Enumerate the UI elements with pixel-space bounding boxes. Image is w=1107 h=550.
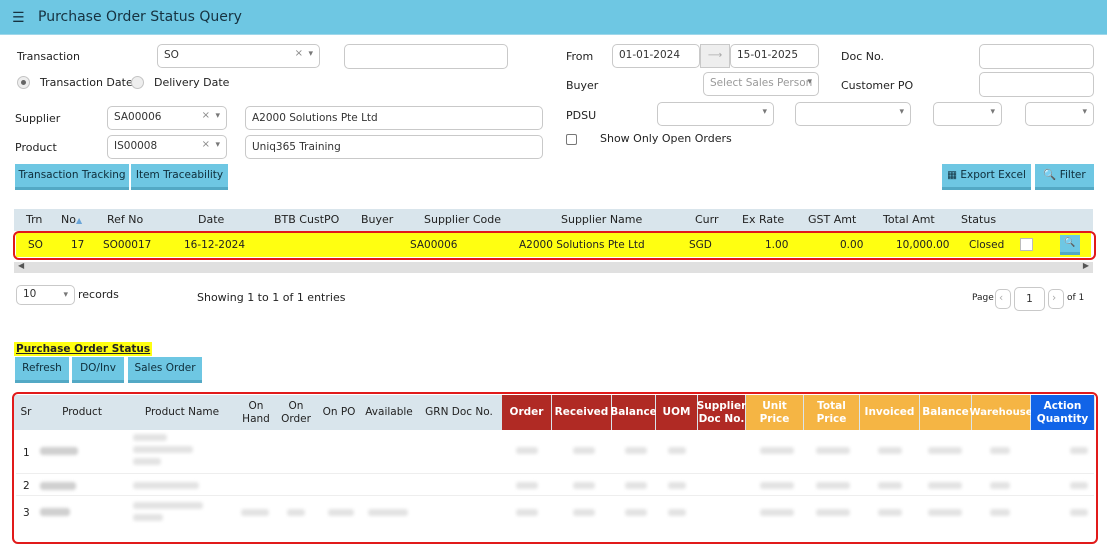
col-no-label: No bbox=[61, 213, 76, 226]
product-label: Product bbox=[15, 141, 57, 154]
col-date[interactable]: Date bbox=[198, 213, 224, 226]
product-select[interactable]: IS00008 × bbox=[107, 135, 227, 159]
to-date-value: 15-01-2025 bbox=[737, 49, 799, 61]
buyer-label: Buyer bbox=[566, 79, 599, 92]
filter-label: Filter bbox=[1059, 169, 1086, 181]
hamburger-icon[interactable]: ☰ bbox=[12, 10, 25, 26]
doc-no-input[interactable] bbox=[979, 44, 1094, 69]
status-grid-highlight bbox=[12, 392, 1098, 544]
delivery-date-label: Delivery Date bbox=[154, 76, 230, 89]
buyer-placeholder: Select Sales Person bbox=[710, 77, 813, 89]
supplier-select[interactable]: SA00006 × bbox=[107, 106, 227, 130]
filter-button[interactable]: 🔍 Filter bbox=[1035, 164, 1094, 190]
show-open-label: Show Only Open Orders bbox=[600, 132, 732, 145]
supplier-name-value: A2000 Solutions Pte Ltd bbox=[252, 112, 378, 124]
page-size-select[interactable]: 10 bbox=[16, 285, 75, 305]
doc-no-label: Doc No. bbox=[841, 50, 885, 63]
title-bar: ☰ Purchase Order Status Query bbox=[0, 0, 1107, 35]
search-icon: 🔍 bbox=[1043, 169, 1057, 181]
col-supplier-code[interactable]: Supplier Code bbox=[424, 213, 501, 226]
col-status[interactable]: Status bbox=[961, 213, 996, 226]
customer-po-label: Customer PO bbox=[841, 79, 914, 92]
transaction-date-radio[interactable] bbox=[17, 76, 30, 89]
pdsu-select-1[interactable] bbox=[657, 102, 774, 126]
col-ex-rate[interactable]: Ex Rate bbox=[742, 213, 784, 226]
records-label: records bbox=[78, 288, 119, 301]
next-page-button[interactable]: › bbox=[1048, 289, 1064, 309]
col-trn[interactable]: Trn bbox=[26, 213, 42, 226]
pdsu-select-2[interactable] bbox=[795, 102, 911, 126]
refresh-button[interactable]: Refresh bbox=[15, 357, 69, 383]
show-open-checkbox[interactable] bbox=[566, 134, 577, 145]
product-name-value: Uniq365 Training bbox=[252, 141, 341, 153]
pdsu-select-3[interactable] bbox=[933, 102, 1002, 126]
product-name-field[interactable]: Uniq365 Training bbox=[245, 135, 543, 159]
transaction-extra-input[interactable] bbox=[344, 44, 508, 69]
transaction-value: SO bbox=[164, 49, 179, 61]
buyer-select[interactable]: Select Sales Person bbox=[703, 72, 819, 96]
supplier-label: Supplier bbox=[15, 112, 61, 125]
selected-row-highlight bbox=[13, 231, 1096, 260]
excel-icon: ▦ bbox=[947, 169, 958, 181]
clear-icon[interactable]: × bbox=[202, 110, 210, 121]
from-label: From bbox=[566, 50, 594, 63]
section-title: Purchase Order Status bbox=[14, 342, 153, 356]
col-ref-no[interactable]: Ref No bbox=[107, 213, 143, 226]
page-title: Purchase Order Status Query bbox=[38, 9, 242, 25]
col-total-amt[interactable]: Total Amt bbox=[883, 213, 935, 226]
col-supplier-name[interactable]: Supplier Name bbox=[561, 213, 642, 226]
pdsu-label: PDSU bbox=[566, 109, 597, 122]
horizontal-scrollbar[interactable]: ◀ ▶ bbox=[14, 261, 1093, 273]
page-label: Page bbox=[972, 293, 994, 303]
col-curr[interactable]: Curr bbox=[695, 213, 719, 226]
date-range-arrow-icon: ⟶ bbox=[700, 44, 730, 68]
transaction-label: Transaction bbox=[17, 50, 80, 63]
to-date-input[interactable]: 15-01-2025 bbox=[730, 44, 819, 68]
transaction-date-label: Transaction Date bbox=[40, 76, 133, 89]
delivery-date-radio[interactable] bbox=[131, 76, 144, 89]
prev-page-button[interactable]: ‹ bbox=[995, 289, 1011, 309]
sort-asc-icon: ▲ bbox=[75, 216, 83, 225]
supplier-name-field[interactable]: A2000 Solutions Pte Ltd bbox=[245, 106, 543, 130]
page-size-value: 10 bbox=[23, 288, 37, 300]
col-gst-amt[interactable]: GST Amt bbox=[808, 213, 856, 226]
sales-order-button[interactable]: Sales Order bbox=[128, 357, 202, 383]
col-no[interactable]: No▲ bbox=[61, 213, 82, 226]
product-code: IS00008 bbox=[114, 140, 158, 152]
pdsu-select-4[interactable] bbox=[1025, 102, 1094, 126]
transaction-select[interactable]: SO × bbox=[157, 44, 320, 68]
col-buyer[interactable]: Buyer bbox=[361, 213, 393, 226]
clear-icon[interactable]: × bbox=[295, 48, 303, 59]
transaction-tracking-button[interactable]: Transaction Tracking bbox=[15, 164, 129, 190]
page-total: of 1 bbox=[1067, 293, 1085, 303]
scroll-right-icon[interactable]: ▶ bbox=[1083, 261, 1089, 270]
page-number-input[interactable]: 1 bbox=[1014, 287, 1045, 311]
from-date-input[interactable]: 01-01-2024 bbox=[612, 44, 700, 68]
clear-icon[interactable]: × bbox=[202, 139, 210, 150]
export-excel-label: Export Excel bbox=[960, 169, 1026, 181]
supplier-code: SA00006 bbox=[114, 111, 162, 123]
from-date-value: 01-01-2024 bbox=[619, 49, 681, 61]
entries-info: Showing 1 to 1 of 1 entries bbox=[197, 291, 346, 304]
col-btb-custpo[interactable]: BTB CustPO bbox=[274, 213, 339, 226]
export-excel-button[interactable]: ▦ Export Excel bbox=[942, 164, 1031, 190]
scroll-left-icon[interactable]: ◀ bbox=[18, 261, 24, 270]
item-traceability-button[interactable]: Item Traceability bbox=[131, 164, 228, 190]
do-inv-button[interactable]: DO/Inv bbox=[72, 357, 124, 383]
customer-po-input[interactable] bbox=[979, 72, 1094, 97]
